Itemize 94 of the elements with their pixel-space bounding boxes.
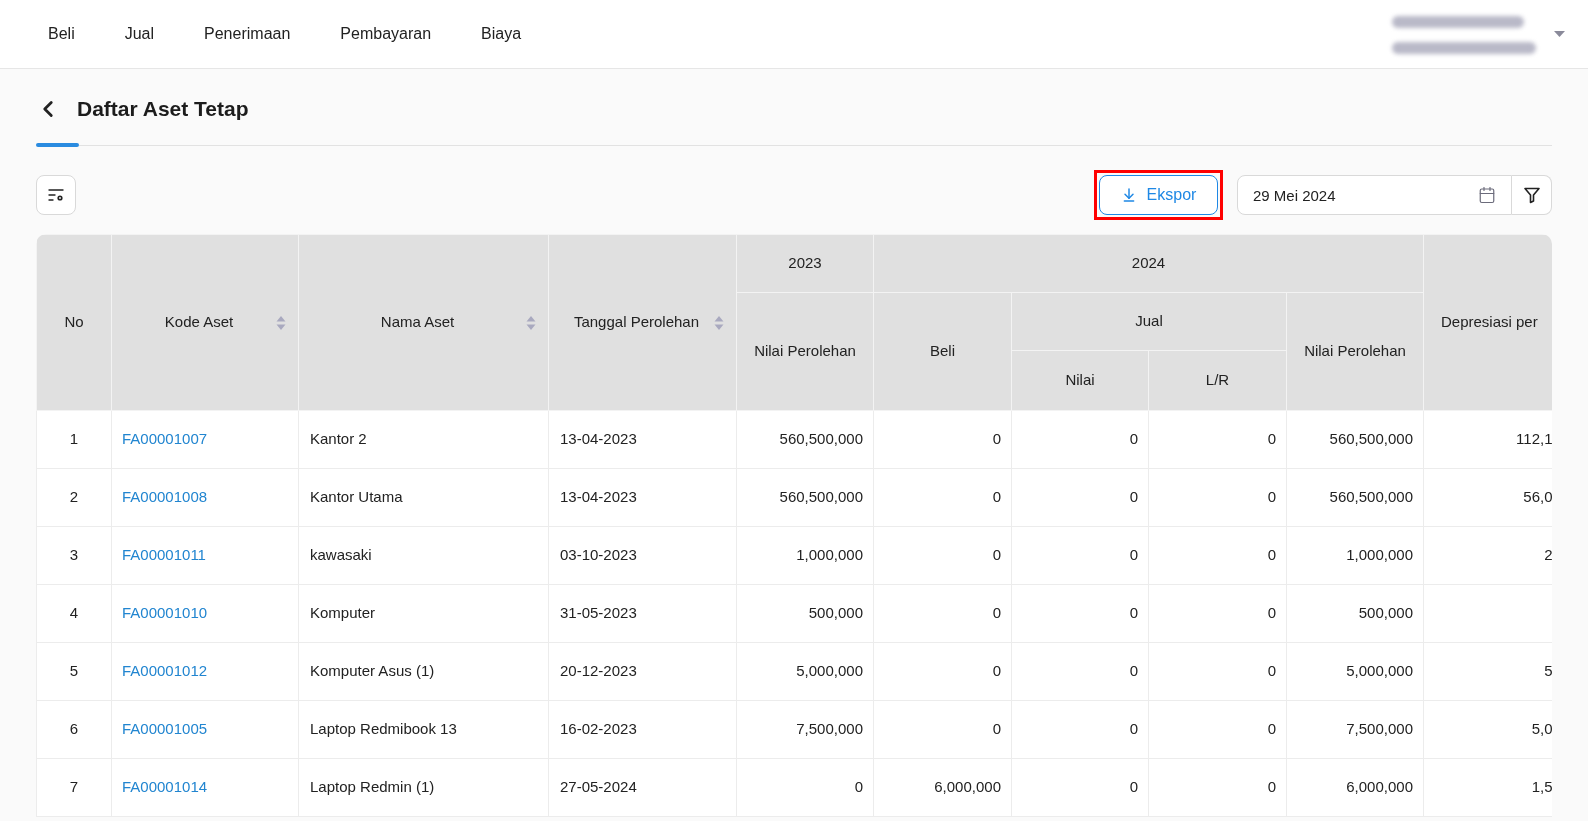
date-field[interactable]: 29 Mei 2024 <box>1237 175 1512 215</box>
table-cell: 1,000,000 <box>1286 526 1424 585</box>
table-cell: 0 <box>873 468 1012 527</box>
table-cell: 0 <box>1148 758 1287 817</box>
table-cell: Komputer Asus (1) <box>298 642 549 701</box>
table-cell: 20-12-2023 <box>548 642 737 701</box>
nav-link[interactable]: Pembayaran <box>340 22 432 46</box>
header-cell: Depresiasi per <box>1423 234 1552 411</box>
table-cell: Laptop Redmin (1) <box>298 758 549 817</box>
settings-button[interactable] <box>36 175 76 215</box>
table-cell: 4 <box>36 584 112 643</box>
table-cell: 7,500,000 <box>736 700 874 759</box>
header-cell: Nilai <box>1011 350 1149 411</box>
header-cell: 2023 <box>736 234 874 293</box>
table-cell: 7,500,000 <box>1286 700 1424 759</box>
header-cell: Nilai Perolehan <box>736 292 874 411</box>
nav-link[interactable]: Jual <box>124 22 155 46</box>
asset-code-link[interactable]: FA00001012 <box>122 662 208 680</box>
table-cell: 6,000,000 <box>1286 758 1424 817</box>
table-cell: 0 <box>1148 526 1287 585</box>
table-cell: 0 <box>1011 700 1149 759</box>
nav-link[interactable]: Beli <box>48 22 75 46</box>
table-cell: 0 <box>1011 526 1149 585</box>
table-cell: 0 <box>1148 700 1287 759</box>
table-cell: 560,500,000 <box>736 410 874 469</box>
table-cell: Laptop Redmibook 13 <box>298 700 549 759</box>
asset-code-link[interactable]: FA00001014 <box>122 778 208 796</box>
table-cell: 0 <box>873 584 1012 643</box>
table-cell: 500,000 <box>1286 584 1424 643</box>
header-cell[interactable]: Nama Aset <box>298 234 549 411</box>
caret-down-icon[interactable] <box>1554 31 1565 37</box>
table-cell: 5 <box>36 642 112 701</box>
asset-code-link[interactable]: FA00001010 <box>122 604 208 622</box>
header-cell: 2024 <box>873 234 1424 293</box>
header-label: Tanggal Perolehan <box>572 312 701 333</box>
header-cell: Nilai Perolehan <box>1286 292 1424 411</box>
filter-button[interactable] <box>1512 175 1552 215</box>
table-cell: 0 <box>1011 410 1149 469</box>
table-cell: Kantor Utama <box>298 468 549 527</box>
table-cell: 0 <box>873 642 1012 701</box>
table-cell: 0 <box>873 410 1012 469</box>
table-cell: 0 <box>1148 642 1287 701</box>
table-cell: 0 <box>873 700 1012 759</box>
table-cell: 500,000 <box>736 584 874 643</box>
table-cell: 0 <box>1011 758 1149 817</box>
nav-link[interactable]: Biaya <box>481 22 522 46</box>
table-cell: 0 <box>873 526 1012 585</box>
table-cell: 6 <box>36 700 112 759</box>
asset-code-link[interactable]: FA00001011 <box>122 546 206 564</box>
table-cell: 6,000,000 <box>873 758 1012 817</box>
table-cell: Kantor 2 <box>298 410 549 469</box>
header-cell: Beli <box>873 292 1012 411</box>
header-cell: No <box>36 234 112 411</box>
table-cell: 03-10-2023 <box>548 526 737 585</box>
asset-code-link[interactable]: FA00001008 <box>122 488 208 506</box>
table-cell: 0 <box>1148 410 1287 469</box>
table-cell: 560,500,000 <box>1286 468 1424 527</box>
asset-code-link[interactable]: FA00001005 <box>122 720 208 738</box>
table-cell: 27-05-2024 <box>548 758 737 817</box>
table-cell: 1 <box>36 410 112 469</box>
table-cell: Komputer <box>298 584 549 643</box>
table-cell: 0 <box>736 758 874 817</box>
header-label: Kode Aset <box>163 312 235 333</box>
table-cell: 0 <box>1011 642 1149 701</box>
table-cell: 16-02-2023 <box>548 700 737 759</box>
table-cell: 7 <box>36 758 112 817</box>
table-cell: 0 <box>1011 584 1149 643</box>
asset-code-link[interactable]: FA00001007 <box>122 430 208 448</box>
header-cell[interactable]: Kode Aset <box>111 234 299 411</box>
table-cell: 31-05-2023 <box>548 584 737 643</box>
calendar-icon[interactable] <box>1478 186 1496 204</box>
filter-icon <box>1522 186 1541 204</box>
table-cell: 2 <box>36 468 112 527</box>
table-cell: kawasaki <box>298 526 549 585</box>
table-cell: 0 <box>1148 584 1287 643</box>
table-cell: 5,000,000 <box>736 642 874 701</box>
header-cell[interactable]: Tanggal Perolehan <box>548 234 737 411</box>
page-title: Daftar Aset Tetap <box>77 96 249 123</box>
table-cell: 1,000,000 <box>736 526 874 585</box>
export-button[interactable]: Ekspor <box>1099 175 1218 215</box>
tab-indicator <box>36 143 79 147</box>
table-cell: 3 <box>36 526 112 585</box>
header-cell: Jual <box>1011 292 1287 351</box>
table-cell: 0 <box>1148 468 1287 527</box>
table-cell: 0 <box>1011 468 1149 527</box>
table-cell: 13-04-2023 <box>548 468 737 527</box>
header-cell: L/R <box>1148 350 1287 411</box>
table-cell: 560,500,000 <box>736 468 874 527</box>
list-settings-icon <box>48 188 64 202</box>
table-cell: 560,500,000 <box>1286 410 1424 469</box>
nav-link[interactable]: Penerimaan <box>204 22 291 46</box>
table-cell: 13-04-2023 <box>548 410 737 469</box>
header-label: Nama Aset <box>379 312 456 333</box>
table-cell: 5,000,000 <box>1286 642 1424 701</box>
